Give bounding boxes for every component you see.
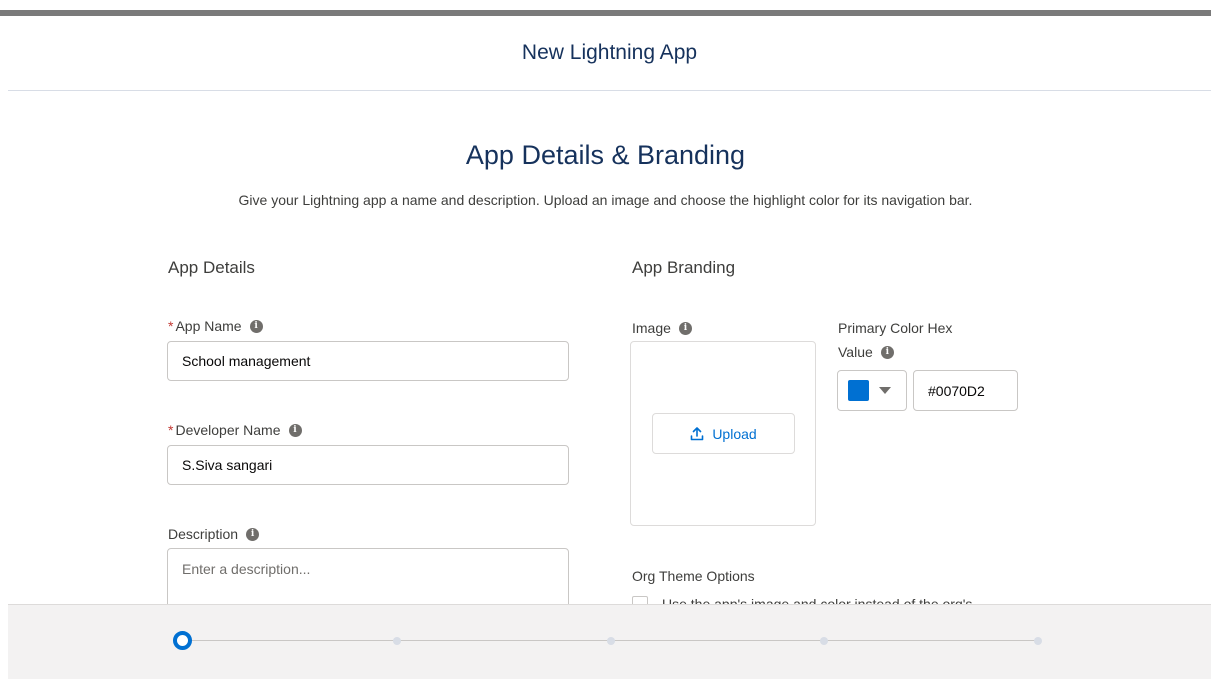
app-name-input[interactable] [167,341,569,381]
primary-color-hex-input[interactable] [913,370,1018,411]
upload-button[interactable]: Upload [652,413,795,454]
app-details-heading: App Details [168,258,255,277]
description-label: Description [168,526,239,542]
primary-color-label-text: Primary Color Hex [838,320,953,336]
primary-color-label-value-text: Value [838,344,873,360]
info-icon[interactable]: i [288,423,302,437]
modal-header: New Lightning App [8,16,1211,91]
org-theme-title-row: Org Theme Options [632,568,755,584]
upload-icon [691,426,704,440]
image-label: Image [632,320,671,336]
description-label-row: Description i [168,526,260,542]
image-label-row: Image i [632,320,692,336]
developer-name-input[interactable] [167,445,569,485]
developer-name-label: * Developer Name [168,422,281,438]
progress-step-5[interactable] [1034,637,1042,645]
modal-title: New Lightning App [521,41,698,64]
info-icon[interactable]: i [249,319,263,333]
app-branding-heading: App Branding [632,258,736,277]
org-theme-options-title: Org Theme Options [632,568,755,584]
info-icon[interactable]: i [246,527,260,541]
required-marker: * [168,318,174,334]
primary-color-label-line2: Value i [838,344,894,360]
app-name-label-row: * App Name i [168,318,263,334]
developer-name-label-text: Developer Name [175,422,281,438]
color-picker-button[interactable] [837,370,907,411]
chevron-down-icon [879,387,891,394]
progress-step-2[interactable] [393,637,401,645]
progress-step-4[interactable] [820,637,828,645]
step-title: App Details & Branding [465,140,746,170]
progress-step-3[interactable] [607,637,615,645]
required-marker: * [168,422,174,438]
app-name-label: * App Name [168,318,242,334]
developer-name-label-row: * Developer Name i [168,422,302,438]
app-name-label-text: App Name [175,318,242,334]
color-swatch [848,380,869,401]
info-icon[interactable]: i [880,345,894,359]
info-icon[interactable]: i [678,321,692,335]
primary-color-label-line1: Primary Color Hex [838,320,952,336]
upload-label: Upload [712,425,757,442]
step-description: Give your Lightning app a name and descr… [238,192,973,208]
progress-step-1-current[interactable] [173,631,192,650]
